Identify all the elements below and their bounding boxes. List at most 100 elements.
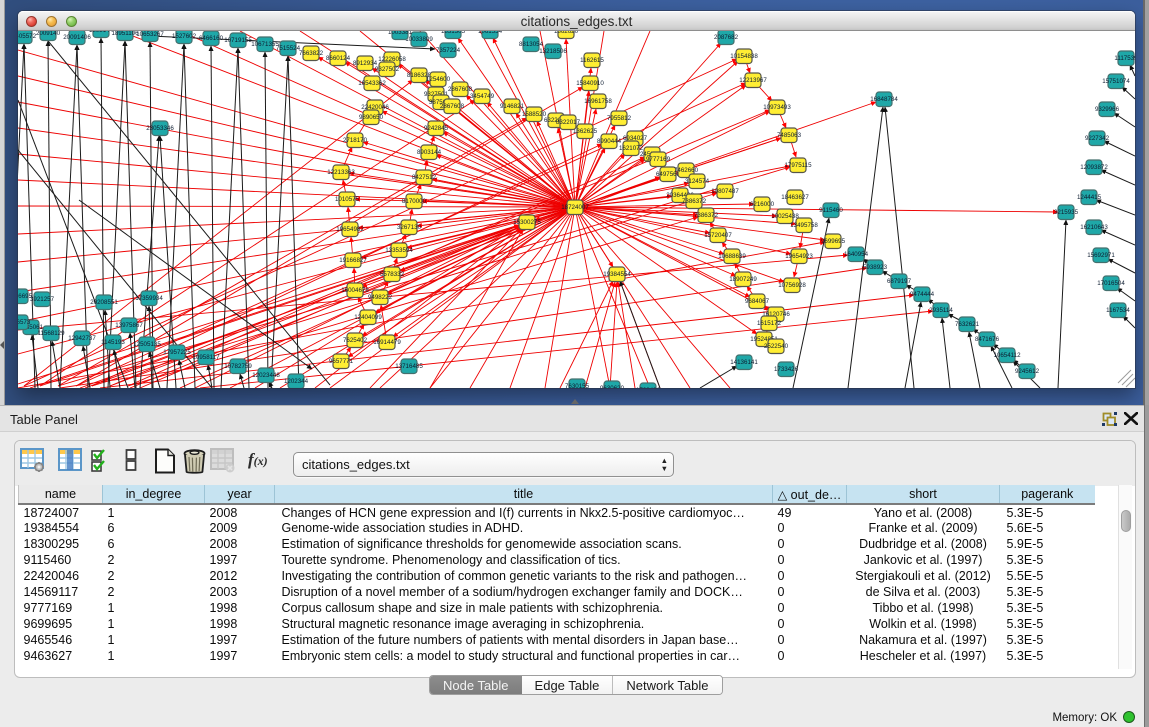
svg-text:12093872: 12093872 (1080, 164, 1108, 171)
svg-text:5578332: 5578332 (380, 271, 405, 278)
svg-text:9242845: 9242845 (424, 125, 449, 132)
svg-text:10782759: 10782759 (224, 363, 252, 370)
svg-text:9630620: 9630620 (600, 385, 625, 388)
svg-text:2522540: 2522540 (764, 343, 789, 350)
svg-text:10653267: 10653267 (136, 31, 164, 38)
svg-text:7485063: 7485063 (777, 132, 802, 139)
svg-text:2087682: 2087682 (714, 34, 739, 41)
svg-text:10654112: 10654112 (993, 352, 1021, 359)
svg-text:11568129: 11568129 (37, 330, 65, 337)
svg-text:19654923: 19654923 (785, 253, 813, 260)
svg-text:20208551: 20208551 (90, 299, 118, 306)
svg-text:6216000: 6216000 (750, 201, 775, 208)
svg-text:12404099: 12404099 (354, 314, 382, 321)
svg-text:6879197: 6879197 (887, 278, 912, 285)
svg-text:9699695: 9699695 (821, 238, 846, 245)
svg-text:10719155: 10719155 (224, 37, 252, 44)
svg-text:8322017: 8322017 (556, 119, 581, 126)
svg-text:9227342: 9227342 (1085, 135, 1110, 142)
svg-text:8170000: 8170000 (402, 198, 427, 205)
svg-text:13716485: 13716485 (395, 363, 423, 370)
svg-text:16543362: 16543362 (358, 80, 386, 87)
svg-text:10154838: 10154838 (730, 53, 758, 60)
svg-text:8990444: 8990444 (597, 138, 622, 145)
svg-text:3215935: 3215935 (1054, 209, 1079, 216)
svg-text:10025438: 10025438 (771, 213, 799, 220)
svg-text:15692971: 15692971 (1087, 252, 1115, 259)
svg-text:10958117: 10958117 (192, 354, 220, 361)
svg-text:12505135: 12505135 (133, 341, 161, 348)
svg-text:1117539: 1117539 (1114, 55, 1135, 62)
svg-text:7357224: 7357224 (436, 47, 461, 54)
svg-text:8660124: 8660124 (326, 55, 351, 62)
svg-text:7630155: 7630155 (565, 383, 590, 388)
svg-text:1145193: 1145193 (101, 339, 125, 346)
svg-text:15751074: 15751074 (1102, 78, 1130, 85)
svg-text:1061554: 1061554 (478, 31, 503, 35)
svg-text:15720407: 15720407 (704, 232, 732, 239)
svg-text:1362625: 1362625 (573, 128, 598, 135)
svg-text:8471676: 8471676 (975, 336, 1000, 343)
svg-text:7386372: 7386372 (682, 198, 707, 205)
svg-text:10033809: 10033809 (405, 36, 433, 43)
svg-text:10756928: 10756928 (778, 282, 806, 289)
svg-text:8912934: 8912934 (353, 60, 378, 67)
svg-text:19166827: 19166827 (339, 257, 367, 264)
svg-text:16004678: 16004678 (341, 287, 369, 294)
svg-text:8427512: 8427512 (412, 174, 437, 181)
svg-text:1003381: 1003381 (388, 31, 413, 36)
svg-text:12213967: 12213967 (739, 77, 767, 84)
svg-text:16848784: 16848784 (870, 96, 898, 103)
svg-text:9777169: 9777169 (646, 156, 671, 163)
svg-text:1615172: 1615172 (757, 320, 782, 327)
svg-text:9474444: 9474444 (910, 291, 935, 298)
svg-text:13975867: 13975867 (115, 322, 143, 329)
svg-text:1244415: 1244415 (1077, 194, 1102, 201)
svg-text:1167534: 1167534 (1106, 307, 1130, 314)
svg-text:1405572: 1405572 (18, 33, 37, 40)
svg-text:6466160: 6466160 (199, 35, 224, 42)
svg-text:20091406: 20091406 (63, 34, 91, 41)
svg-text:10973493: 10973493 (763, 104, 791, 111)
svg-text:18951106: 18951106 (111, 31, 139, 37)
svg-text:2867608: 2867608 (448, 86, 473, 93)
svg-text:17359934: 17359934 (135, 295, 163, 302)
svg-text:2867608: 2867608 (440, 103, 465, 110)
svg-text:12213363: 12213363 (327, 169, 355, 176)
svg-text:9498222: 9498222 (368, 294, 393, 301)
svg-text:16210643: 16210643 (1080, 224, 1108, 231)
svg-text:7625402: 7625402 (343, 337, 368, 344)
svg-text:12023448: 12023448 (252, 372, 280, 379)
svg-text:1862620: 1862620 (554, 31, 579, 35)
svg-text:1895144: 1895144 (89, 31, 114, 34)
svg-text:2718170: 2718170 (343, 137, 368, 144)
svg-text:2935114: 2935114 (929, 307, 953, 314)
svg-text:9115460: 9115460 (819, 207, 843, 214)
svg-text:3267130: 3267130 (397, 224, 422, 231)
svg-text:18907249: 18907249 (729, 276, 757, 283)
svg-text:9245612: 9245612 (1015, 368, 1040, 375)
svg-text:1527602: 1527602 (172, 33, 197, 40)
svg-text:1162615: 1162615 (580, 57, 604, 64)
svg-text:1733426: 1733426 (636, 387, 661, 388)
svg-text:17016504: 17016504 (1097, 280, 1125, 287)
svg-text:7515524: 7515524 (276, 45, 301, 52)
svg-text:1640954: 1640954 (844, 251, 869, 258)
svg-text:9327502: 9327502 (375, 66, 400, 73)
svg-text:17975115: 17975115 (784, 162, 812, 169)
svg-text:9329966: 9329966 (1095, 106, 1120, 113)
svg-text:9657771: 9657771 (329, 358, 354, 365)
svg-text:12942737: 12942737 (68, 335, 96, 342)
svg-text:8903144: 8903144 (417, 149, 442, 156)
svg-text:1202344: 1202344 (284, 378, 309, 385)
svg-text:5938923: 5938923 (863, 264, 888, 271)
svg-text:7386372: 7386372 (694, 212, 719, 219)
svg-text:1831305: 1831305 (441, 31, 466, 35)
svg-text:19654982: 19654982 (336, 226, 364, 233)
svg-text:13353594: 13353594 (385, 247, 413, 254)
svg-text:7663822: 7663822 (299, 50, 324, 57)
svg-text:7632621: 7632621 (955, 321, 980, 328)
svg-text:916573: 916573 (18, 319, 31, 326)
svg-text:14136141: 14136141 (730, 359, 758, 366)
svg-text:7462660: 7462660 (674, 167, 699, 174)
